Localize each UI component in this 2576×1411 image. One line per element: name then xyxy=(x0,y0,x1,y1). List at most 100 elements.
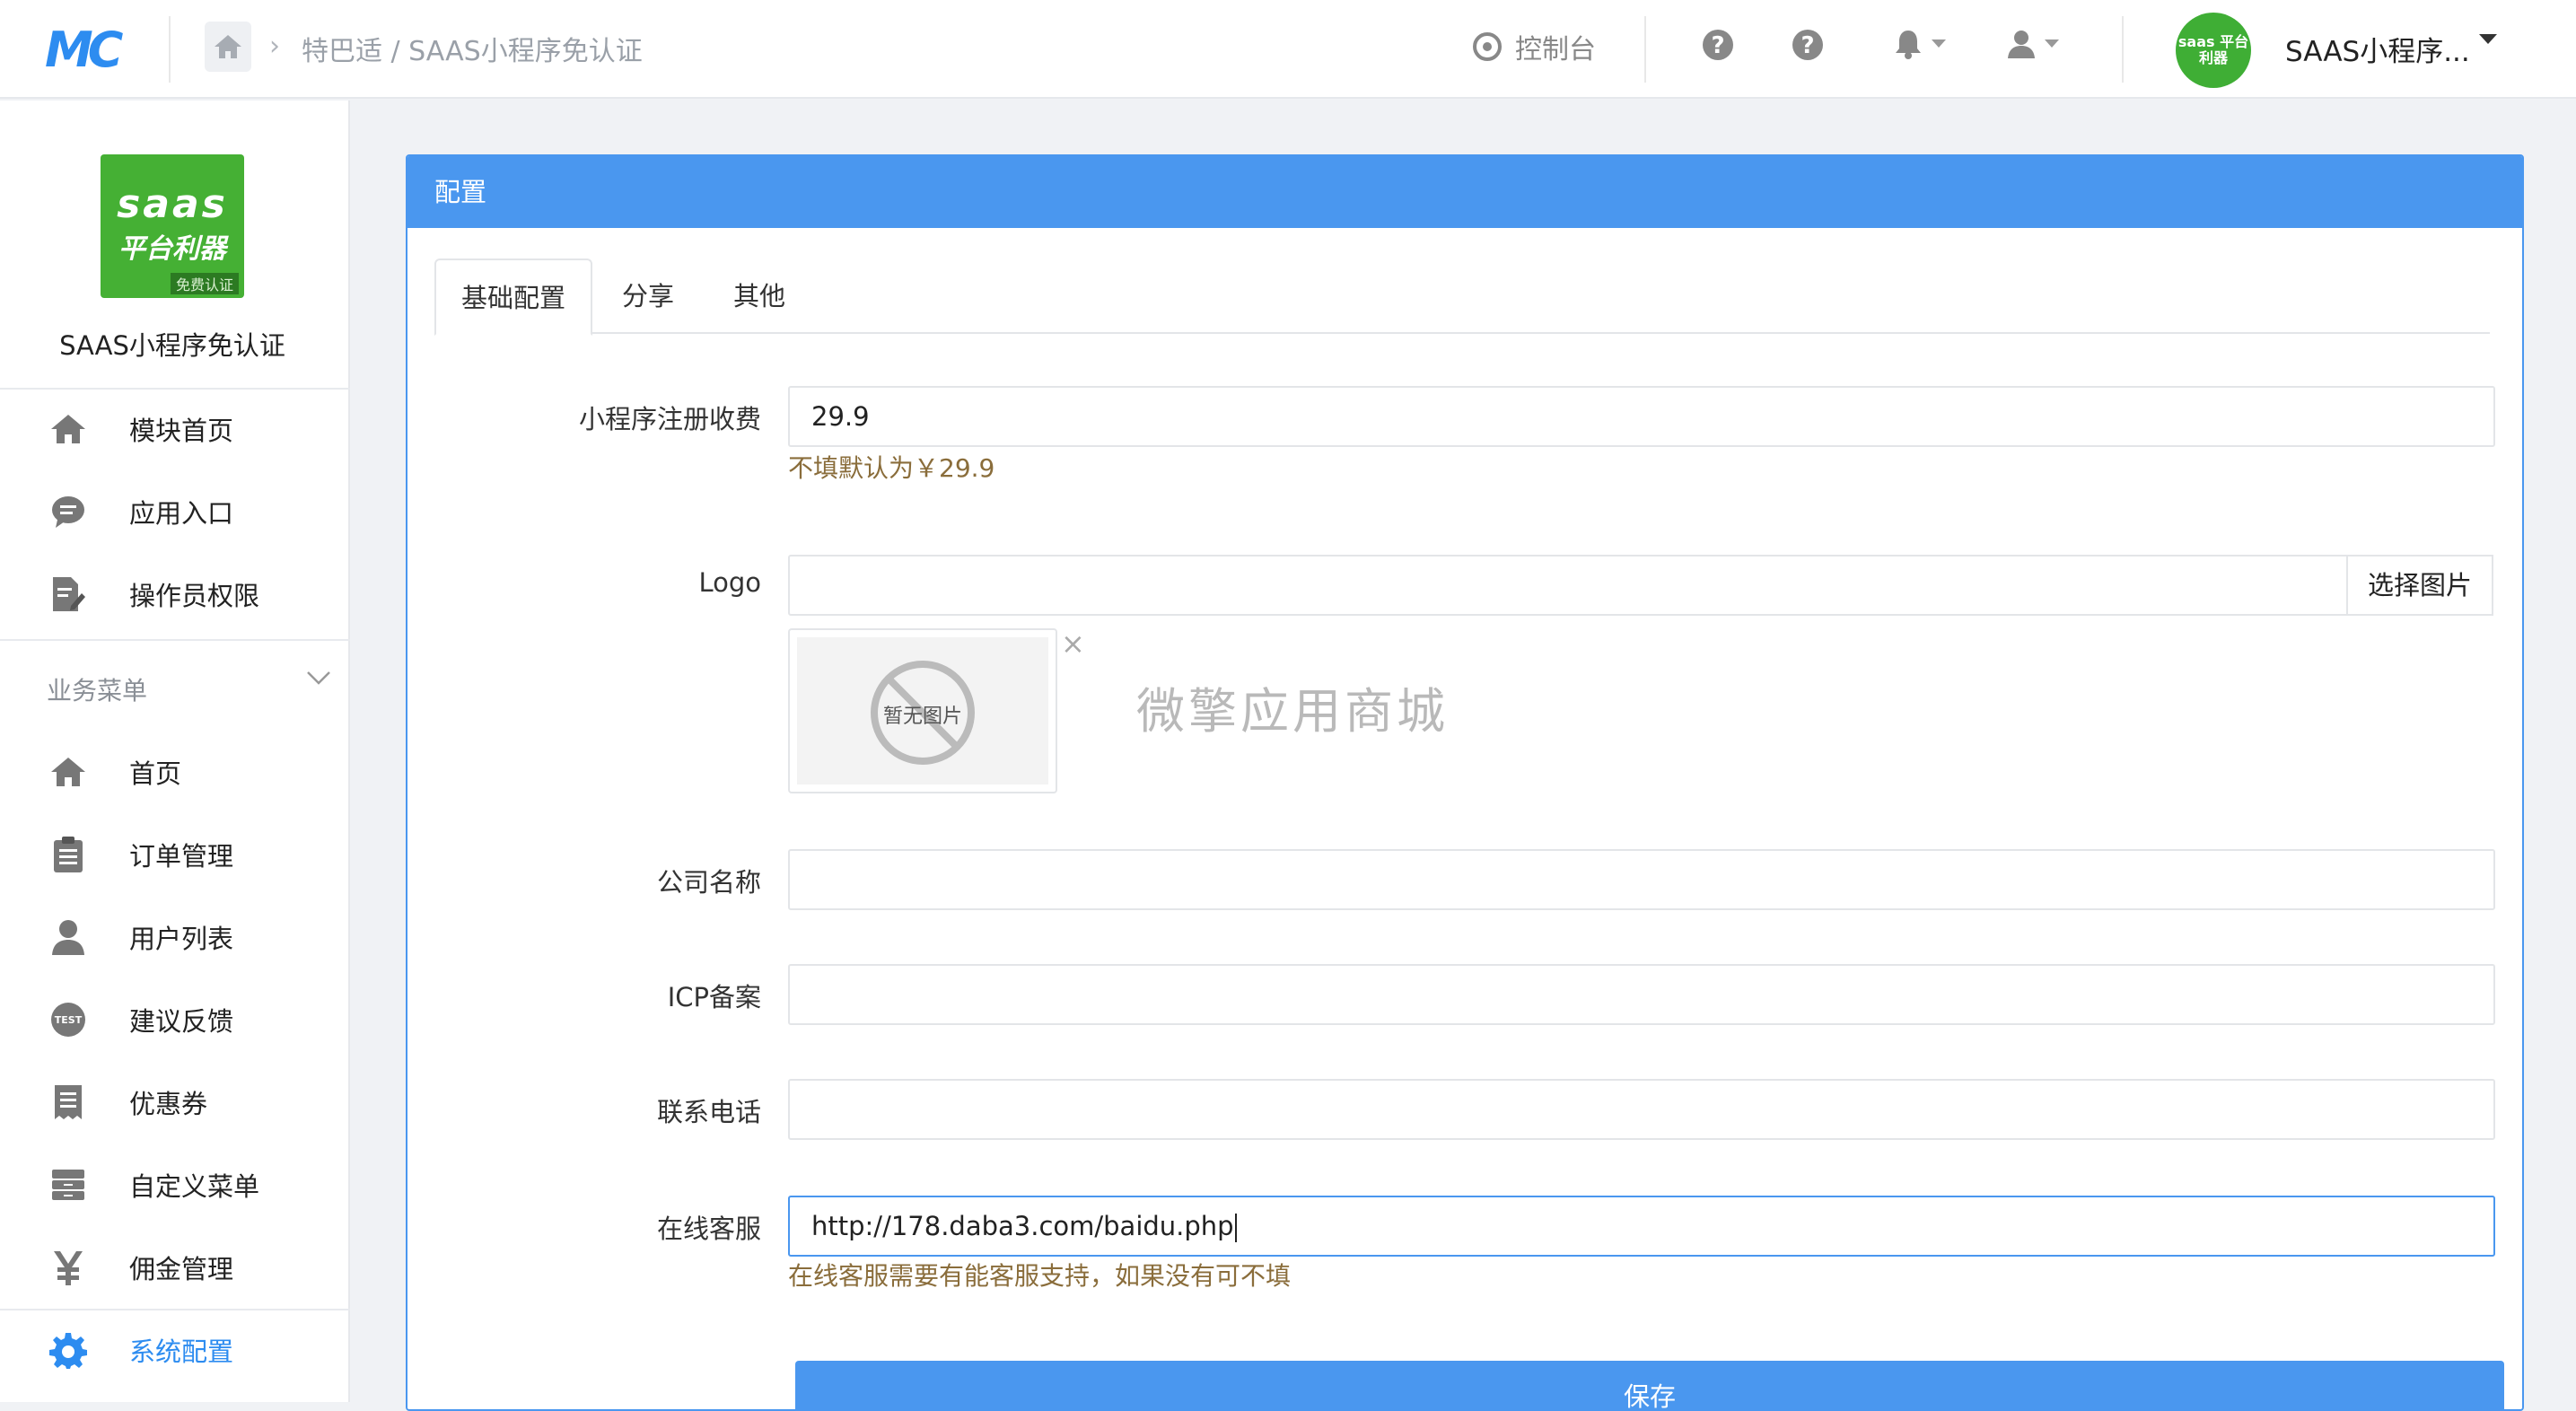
sidebar-item-custom-menu[interactable]: 自定义菜单 xyxy=(0,1144,350,1226)
caret-down-icon xyxy=(2045,39,2059,48)
sidebar-item-system-config[interactable]: 系统配置 xyxy=(0,1309,350,1391)
brand-logo-line3: 免费认证 xyxy=(170,273,239,294)
svg-text:?: ? xyxy=(1711,32,1724,59)
home-icon xyxy=(215,35,241,58)
receipt-icon xyxy=(48,1082,88,1122)
panel-title: 配置 xyxy=(407,156,2522,228)
sidebar-item-label: 佣金管理 xyxy=(129,1254,234,1284)
test-badge-icon: TEST xyxy=(48,1000,88,1039)
sidebar-item-orders[interactable]: 订单管理 xyxy=(0,813,350,896)
divider xyxy=(1644,16,1646,83)
notifications-button[interactable] xyxy=(1894,29,1946,59)
phone-input[interactable] xyxy=(788,1079,2495,1140)
logo-input[interactable] xyxy=(788,555,2350,616)
user-menu-button[interactable] xyxy=(2007,29,2059,59)
brand-name: SAAS小程序免认证 xyxy=(59,330,285,361)
divider xyxy=(0,639,350,641)
help-button[interactable]: ? xyxy=(1702,29,1734,61)
sidebar-item-label: 建议反馈 xyxy=(129,1006,234,1037)
sidebar-item-label: 模块首页 xyxy=(129,416,234,446)
svg-text:TEST: TEST xyxy=(55,1014,83,1026)
console-label: 控制台 xyxy=(1515,34,1596,66)
sidebar-item-app-entry[interactable]: 应用入口 xyxy=(0,470,350,553)
sidebar-item-label: 订单管理 xyxy=(129,841,234,872)
sidebar-item-label: 优惠券 xyxy=(129,1089,208,1119)
gear-icon xyxy=(48,1330,88,1370)
sidebar-item-label: 用户列表 xyxy=(129,924,234,954)
fee-label: 小程序注册收费 xyxy=(578,404,761,434)
remove-image-button[interactable]: × xyxy=(1061,627,1085,661)
sidebar-item-commission[interactable]: 佣金管理 xyxy=(0,1226,350,1309)
group-title[interactable]: 业务菜单 xyxy=(47,671,147,707)
no-image-text: 暂无图片 xyxy=(882,706,962,728)
console-link[interactable]: 控制台 xyxy=(1472,27,1596,66)
tab-bar: 基础配置 分享 其他 xyxy=(434,259,2490,336)
chevron-right-icon: › xyxy=(269,31,280,62)
help-button-2[interactable]: ? xyxy=(1792,29,1824,61)
service-input[interactable]: http://178.daba3.com/baidu.php xyxy=(788,1196,2495,1257)
sidebar-item-feedback[interactable]: TEST 建议反馈 xyxy=(0,978,350,1061)
chevron-down-icon[interactable] xyxy=(307,671,330,686)
tab-other[interactable]: 其他 xyxy=(704,259,815,334)
sidebar-item-home[interactable]: 首页 xyxy=(0,731,350,813)
config-panel: 配置 基础配置 分享 其他 小程序注册收费 29.9 不填默认为￥29.9 Lo… xyxy=(406,154,2524,1411)
tab-basic-config[interactable]: 基础配置 xyxy=(434,259,592,336)
svg-text:?: ? xyxy=(1801,32,1814,59)
icp-label: ICP备案 xyxy=(667,982,761,1012)
sidebar-item-label: 首页 xyxy=(129,758,182,789)
sidebar-item-label: 应用入口 xyxy=(129,498,234,529)
top-bar: MC › 特巴适 / SAAS小程序免认证 控制台 ? ? saas 平台利器 … xyxy=(0,0,2576,99)
clipboard-icon xyxy=(48,835,88,874)
help-icon: ? xyxy=(1792,30,1823,60)
service-input-value: http://178.daba3.com/baidu.php xyxy=(811,1211,1234,1241)
user-icon xyxy=(2008,31,2035,58)
select-image-button[interactable]: 选择图片 xyxy=(2346,555,2493,616)
logo-preview: 暂无图片 xyxy=(788,628,1057,793)
dashboard-icon xyxy=(1473,32,1502,61)
sidebar-item-operator-permissions[interactable]: 操作员权限 xyxy=(0,553,350,635)
sidebar-item-label: 系统配置 xyxy=(129,1337,234,1367)
save-button[interactable]: 保存 xyxy=(795,1361,2504,1409)
phone-label: 联系电话 xyxy=(656,1097,761,1127)
divider xyxy=(169,16,171,83)
yen-icon xyxy=(48,1248,88,1287)
logo-placeholder: 暂无图片 xyxy=(797,637,1048,784)
sidebar-item-label: 自定义菜单 xyxy=(129,1171,260,1202)
account-avatar[interactable]: saas 平台利器 xyxy=(2176,13,2251,88)
company-label: 公司名称 xyxy=(656,867,761,898)
account-name[interactable]: SAAS小程序... xyxy=(2285,29,2470,69)
tab-share[interactable]: 分享 xyxy=(592,259,704,334)
text-cursor xyxy=(1234,1214,1237,1242)
caret-down-icon[interactable] xyxy=(2479,34,2497,45)
sidebar: saas 平台利器 免费认证 SAAS小程序免认证 模块首页 应用入口 操作员权… xyxy=(0,101,350,1402)
service-help: 在线客服需要有能客服支持，如果没有可不填 xyxy=(788,1261,1292,1291)
service-label: 在线客服 xyxy=(656,1214,761,1244)
fee-input[interactable]: 29.9 xyxy=(788,386,2495,447)
sidebar-item-coupons[interactable]: 优惠券 xyxy=(0,1061,350,1144)
breadcrumb-home-button[interactable] xyxy=(205,22,251,72)
mc-logo[interactable]: MC xyxy=(45,22,135,78)
logo-label: Logo xyxy=(698,567,761,598)
brand-logo-line1: saas xyxy=(117,181,228,227)
sidebar-item-label: 操作员权限 xyxy=(129,581,260,611)
breadcrumb[interactable]: 特巴适 / SAAS小程序免认证 xyxy=(302,29,643,68)
caret-down-icon xyxy=(1932,39,1946,48)
company-input[interactable] xyxy=(788,849,2495,910)
icp-input[interactable] xyxy=(788,964,2495,1025)
divider xyxy=(2122,16,2124,83)
home-icon xyxy=(48,409,88,449)
home-icon xyxy=(48,752,88,792)
user-icon xyxy=(48,917,88,957)
avatar-text: saas 平台利器 xyxy=(2177,33,2249,66)
fee-help: 不填默认为￥29.9 xyxy=(788,453,995,483)
brand-logo: saas 平台利器 免费认证 xyxy=(101,154,244,298)
edit-doc-icon xyxy=(48,574,88,614)
brand-logo-line2: 平台利器 xyxy=(118,233,226,265)
bell-icon xyxy=(1896,31,1921,59)
sidebar-item-module-home[interactable]: 模块首页 xyxy=(0,388,350,470)
drawer-icon xyxy=(48,1165,88,1205)
watermark: 微擎应用商城 xyxy=(1136,683,1449,740)
svg-text:MC: MC xyxy=(45,25,124,74)
sidebar-item-users[interactable]: 用户列表 xyxy=(0,896,350,978)
help-icon: ? xyxy=(1703,30,1733,60)
